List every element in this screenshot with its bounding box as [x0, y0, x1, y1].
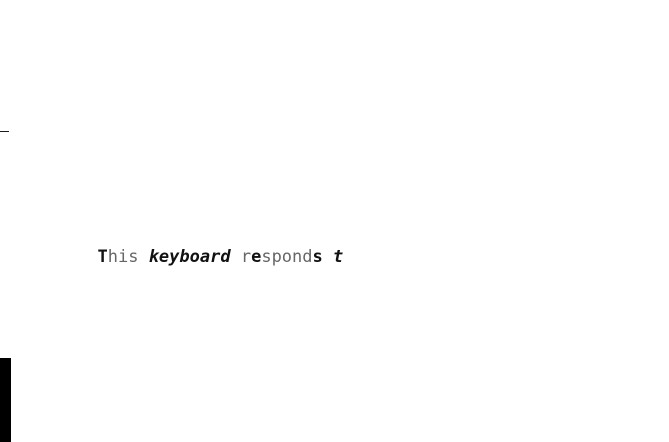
typed-text: spond — [261, 247, 313, 267]
typed-char: r — [240, 247, 252, 267]
edge-divider-tick — [0, 131, 9, 132]
typed-char: T — [97, 247, 108, 267]
typed-text: his — [107, 247, 149, 267]
typed-char: s — [312, 247, 323, 267]
typing-test-line: This keyboard responds t — [77, 227, 343, 267]
typed-char: e — [251, 247, 262, 267]
typed-space — [323, 247, 333, 267]
typed-char: t — [333, 247, 344, 267]
window-edge-bar — [0, 358, 11, 442]
typed-space — [231, 247, 241, 267]
typed-word: keyboard — [148, 247, 231, 267]
